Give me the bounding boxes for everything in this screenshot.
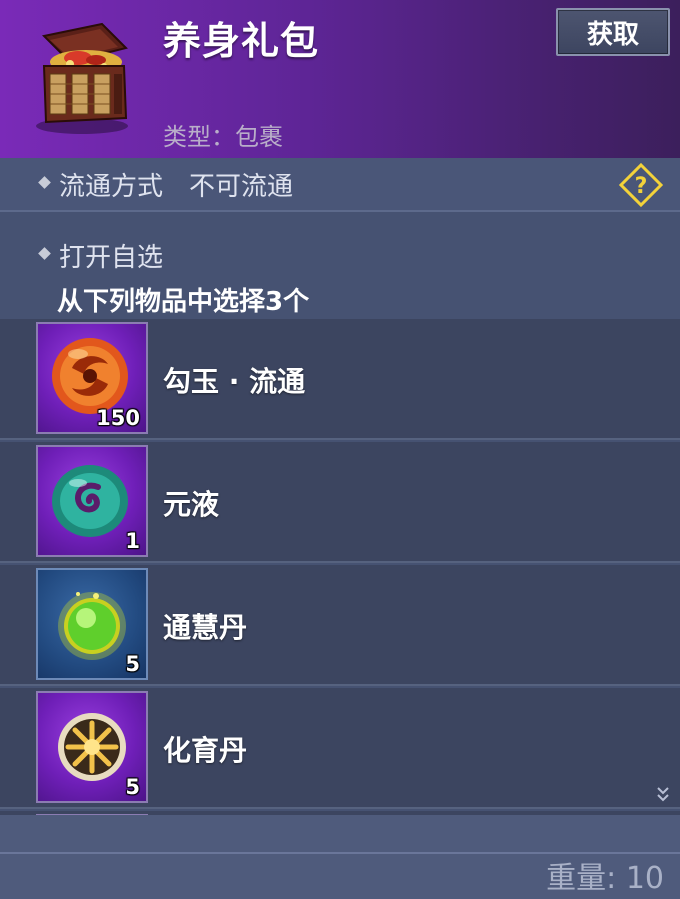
item-slot: 150 xyxy=(36,322,148,434)
list-item[interactable]: 5 化育丹 xyxy=(0,688,680,809)
obtain-button[interactable]: 获取 xyxy=(556,8,670,56)
list-item[interactable]: 5 通慧丹 xyxy=(0,565,680,686)
list-item[interactable]: 1 元液 xyxy=(0,442,680,563)
scroll-down-chevron-icon[interactable] xyxy=(656,785,670,803)
item-slot: 5 xyxy=(36,691,148,803)
item-name: 元液 xyxy=(163,488,220,521)
circulation-label: 流通方式 xyxy=(59,172,164,202)
selection-instruction: 从下列物品中选择3个 xyxy=(57,287,310,317)
package-title: 养身礼包 xyxy=(163,19,320,63)
item-quantity: 1 xyxy=(125,529,140,553)
item-slot: 1 xyxy=(36,445,148,557)
item-name: 勾玉 · 流通 xyxy=(163,365,306,398)
section-divider xyxy=(0,210,680,212)
treasure-chest-icon xyxy=(36,22,128,134)
item-quantity: 150 xyxy=(96,406,140,430)
reward-item-list[interactable]: 150 勾玉 · 流通 1 元液 5 通慧丹 5 化育丹 xyxy=(0,319,680,815)
bullet-diamond-icon xyxy=(38,247,51,260)
item-quantity: 5 xyxy=(125,652,140,676)
item-name: 化育丹 xyxy=(163,734,248,767)
item-weight: 重量: 10 xyxy=(546,861,664,896)
question-diamond-icon[interactable]: ? xyxy=(618,162,664,208)
svg-text:?: ? xyxy=(635,174,648,199)
circulation-info: 流通方式 不可流通 xyxy=(59,166,293,203)
tooltip-header: 养身礼包 类型：包裹 获取 xyxy=(0,0,680,158)
package-type: 类型：包裹 xyxy=(163,123,283,151)
list-item[interactable]: 150 勾玉 · 流通 xyxy=(0,319,680,440)
open-select-label: 打开自选 xyxy=(59,243,164,273)
item-slot: 5 xyxy=(36,568,148,680)
item-tooltip-panel: 养身礼包 类型：包裹 获取 流通方式 不可流通 ? 打开自选 从下列物品中选择3个 xyxy=(0,0,680,899)
circulation-value: 不可流通 xyxy=(189,172,294,202)
item-quantity: 5 xyxy=(125,775,140,799)
item-name: 通慧丹 xyxy=(163,611,248,644)
